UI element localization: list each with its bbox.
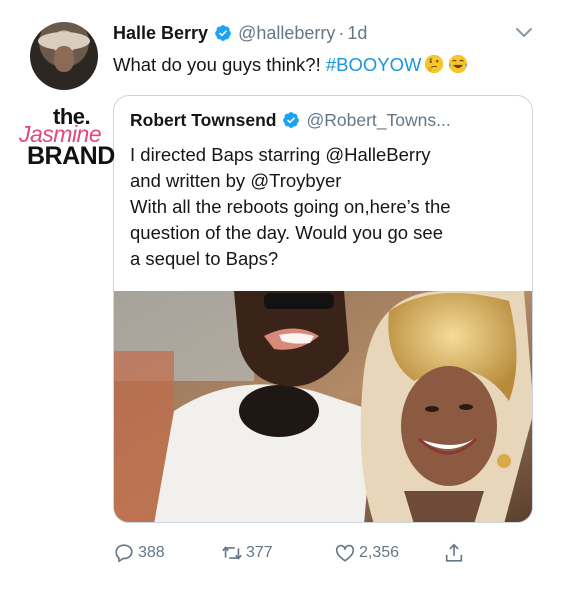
- author-handle[interactable]: @halleberry: [238, 23, 335, 44]
- quoted-text-line: question of the day. Would you go see: [130, 222, 444, 243]
- verified-badge-icon: [283, 112, 300, 128]
- quoted-text-line: I directed Baps starring @HalleBerry: [130, 144, 431, 165]
- avatar-face: [54, 46, 74, 72]
- heart-icon: [335, 544, 355, 562]
- tweet-header: Halle Berry @halleberry · 1d: [113, 20, 367, 46]
- dot-separator: ·: [338, 22, 345, 43]
- tweet-card: Halle Berry @halleberry · 1d What do you…: [0, 0, 588, 593]
- quoted-author-handle[interactable]: @Robert_Towns...: [306, 110, 450, 131]
- action-bar: 388 377 2,356: [113, 538, 473, 568]
- reply-count: 388: [138, 544, 165, 561]
- quoted-tweet-text: I directed Baps starring @HalleBerry and…: [130, 142, 525, 272]
- reply-button[interactable]: 388: [113, 538, 165, 568]
- like-button[interactable]: 2,356: [334, 538, 399, 568]
- share-button[interactable]: [443, 538, 468, 568]
- watermark-logo: the. Jasmine BRAND: [19, 104, 139, 170]
- tweet-time[interactable]: 1d: [347, 23, 367, 44]
- reply-icon: [115, 544, 133, 563]
- retweet-count: 377: [246, 544, 273, 561]
- tweet-text: What do you guys think?! #BOOYOW: [113, 52, 469, 78]
- quoted-tweet-header: Robert Townsend @Robert_Towns...: [130, 108, 451, 132]
- quoted-tweet-photo[interactable]: [114, 291, 533, 523]
- like-count: 2,356: [359, 544, 400, 561]
- watermark-brand: BRAND: [27, 142, 115, 170]
- chevron-down-icon[interactable]: [514, 26, 534, 40]
- retweet-button[interactable]: 377: [221, 538, 273, 568]
- avatar[interactable]: [30, 22, 98, 90]
- quoted-author-name[interactable]: Robert Townsend: [130, 110, 276, 131]
- verified-badge-icon: [215, 25, 231, 41]
- thinking-face-emoji-icon: [425, 54, 444, 74]
- tweet-text-main: What do you guys think?!: [113, 54, 326, 75]
- tears-of-joy-emoji-icon: [449, 54, 468, 74]
- quoted-text-line: and written by @Troybyer: [130, 170, 342, 191]
- quoted-text-line: a sequel to Baps?: [130, 248, 279, 269]
- quoted-tweet[interactable]: Robert Townsend @Robert_Towns... I direc…: [113, 95, 533, 523]
- hashtag-link[interactable]: #BOOYOW: [326, 54, 422, 75]
- quoted-text-line: With all the reboots going on,here’s the: [130, 196, 451, 217]
- retweet-icon: [222, 546, 242, 560]
- author-name[interactable]: Halle Berry: [113, 23, 208, 44]
- share-icon: [445, 543, 463, 562]
